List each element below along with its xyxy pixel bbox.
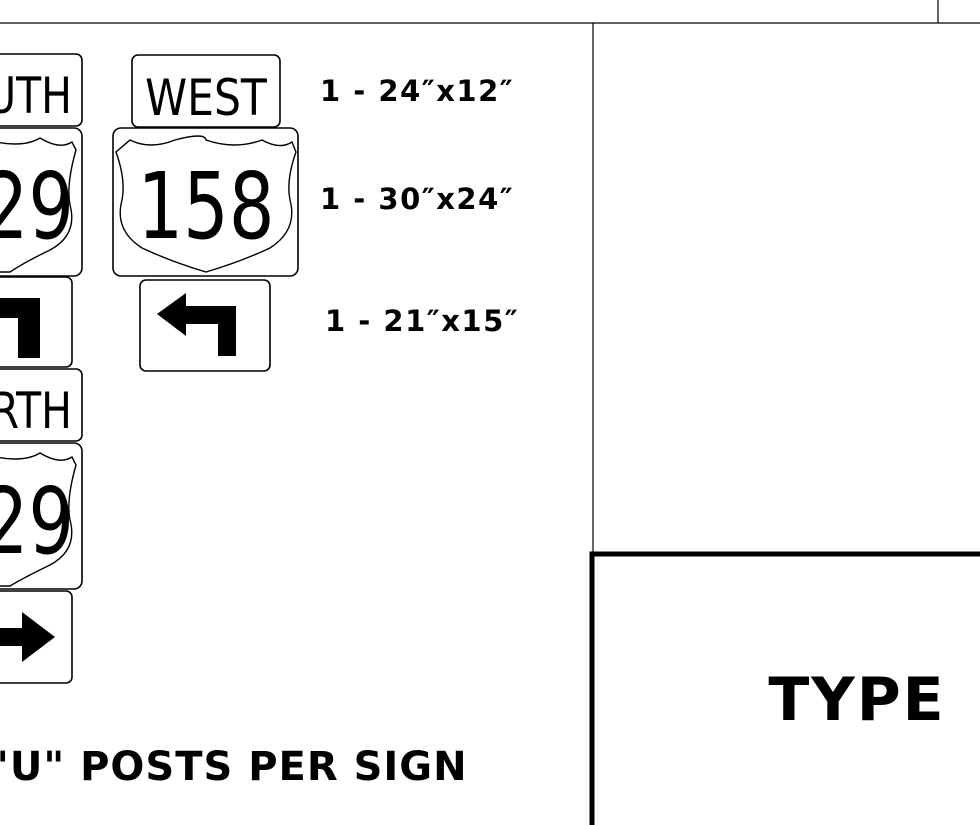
south-header-sign: SOUTH bbox=[0, 53, 83, 127]
north-route-shield: 29 bbox=[0, 442, 83, 590]
type-box: TYPE bbox=[589, 551, 980, 825]
west-header-text: WEST bbox=[145, 69, 267, 127]
posts-note: "U" POSTS PER SIGN bbox=[0, 744, 468, 790]
north-header-sign: NORTH bbox=[0, 368, 83, 442]
south-arrow-sign bbox=[0, 276, 73, 368]
header-size-label: 1 - 24″x12″ bbox=[320, 74, 514, 108]
west-route-shield: 158 bbox=[112, 127, 299, 277]
shield-size-label: 1 - 30″x24″ bbox=[320, 182, 514, 216]
south-header-text: SOUTH bbox=[0, 67, 72, 125]
arrow-size-label: 1 - 21″x15″ bbox=[325, 304, 519, 338]
south-route-shield: 29 bbox=[0, 127, 83, 277]
south-route-number: 29 bbox=[0, 153, 74, 260]
north-header-text: NORTH bbox=[0, 382, 72, 440]
north-arrow-sign bbox=[0, 590, 73, 684]
type-label: TYPE bbox=[768, 665, 945, 735]
west-header-sign: WEST bbox=[131, 54, 281, 128]
sign-detail-sheet: TYPE SOUTH 29 NORTH 29 WEST bbox=[0, 0, 980, 825]
west-arrow-sign bbox=[139, 279, 271, 372]
north-route-number: 29 bbox=[0, 468, 74, 575]
west-route-number: 158 bbox=[138, 153, 275, 260]
